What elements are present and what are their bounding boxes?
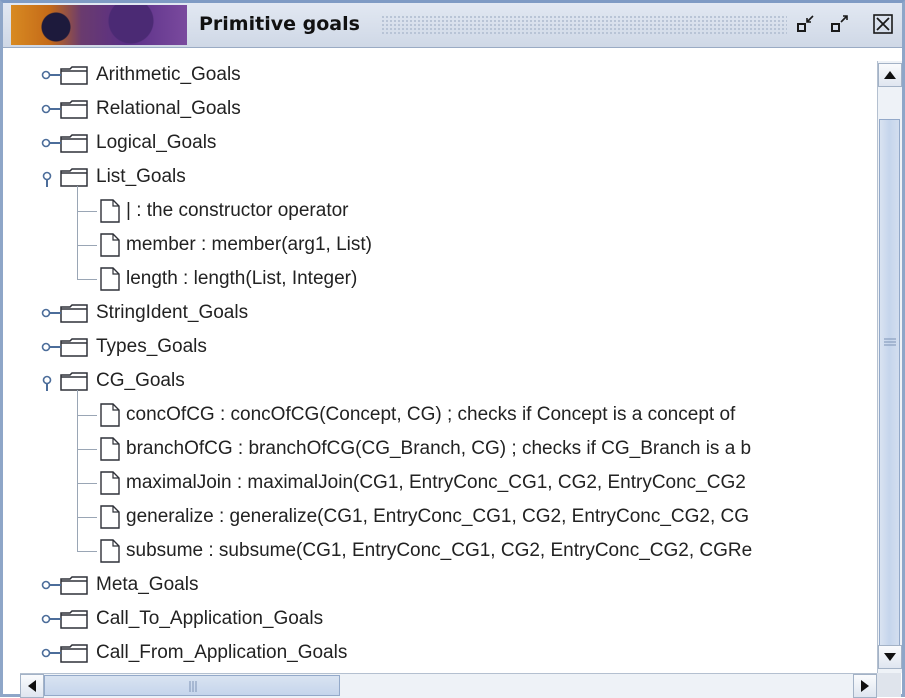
- document-icon: [100, 505, 120, 529]
- arrow-down-icon: [884, 653, 896, 661]
- expand-handle-icon[interactable]: [41, 577, 65, 599]
- minimize-button[interactable]: [793, 11, 819, 37]
- tree-folder-row[interactable]: Arithmetic_Goals: [41, 61, 241, 92]
- tree-goal-row[interactable]: concOfCG : concOfCG(Concept, CG) ; check…: [100, 398, 735, 432]
- tree-goal-label: generalize : generalize(CG1, EntryConc_C…: [126, 506, 750, 527]
- scroll-down-button[interactable]: [878, 645, 902, 669]
- scroll-left-button[interactable]: [20, 674, 44, 698]
- tree-connector-line: [77, 551, 97, 552]
- tree-goal-label: concOfCG : concOfCG(Concept, CG) ; check…: [126, 404, 736, 425]
- tree-folder-label: Types_Goals: [96, 336, 207, 357]
- document-icon: [100, 471, 120, 495]
- tree-goal-label: | : the constructor operator: [126, 200, 349, 221]
- close-button[interactable]: [870, 11, 896, 37]
- grip-icon: [189, 681, 197, 692]
- minimize-icon: [797, 15, 814, 32]
- app-logo: [11, 5, 187, 45]
- tree-goal-row[interactable]: member : member(arg1, List): [100, 228, 372, 262]
- maximize-icon: [831, 15, 848, 32]
- document-icon: [100, 199, 120, 223]
- tree-folder-row[interactable]: Logical_Goals: [41, 126, 217, 160]
- tree-folder-label: Arithmetic_Goals: [96, 64, 241, 85]
- collapse-handle-icon[interactable]: [41, 167, 57, 197]
- tree-goal-row[interactable]: branchOfCG : branchOfCG(CG_Branch, CG) ;…: [100, 432, 751, 466]
- expand-handle-icon[interactable]: [41, 305, 65, 327]
- arrow-right-icon: [861, 680, 869, 692]
- close-icon: [873, 14, 893, 34]
- expand-handle-icon[interactable]: [41, 101, 65, 123]
- tree-connector-line: [77, 186, 78, 279]
- tree-goal-label: length : length(List, Integer): [126, 268, 358, 289]
- title-bar-grip: [381, 15, 787, 35]
- tree-folder-row[interactable]: Types_Goals: [41, 330, 207, 364]
- folder-icon: [60, 167, 90, 187]
- tree-connector-line: [77, 279, 97, 280]
- horizontal-scrollbar[interactable]: [20, 673, 877, 698]
- tree-folder-row[interactable]: Relational_Goals: [41, 92, 241, 126]
- expand-handle-icon[interactable]: [41, 67, 65, 89]
- tree-folder-row[interactable]: Meta_Goals: [41, 568, 199, 602]
- tree-connector-line: [77, 483, 97, 484]
- vertical-scroll-thumb[interactable]: [879, 119, 900, 662]
- tree-goal-row[interactable]: length : length(List, Integer): [100, 262, 357, 296]
- expand-handle-icon[interactable]: [41, 645, 65, 667]
- document-icon: [100, 437, 120, 461]
- tree-folder-label: Meta_Goals: [96, 574, 199, 595]
- primitive-goals-window: Primitive goals Arithmetic_Goals Relation…: [0, 0, 905, 698]
- tree-goal-label: member : member(arg1, List): [126, 234, 373, 255]
- document-icon: [100, 539, 120, 563]
- expand-handle-icon[interactable]: [41, 611, 65, 633]
- window-title: Primitive goals: [199, 13, 360, 35]
- tree-folder-label: CG_Goals: [96, 370, 185, 391]
- tree-goal-label: branchOfCG : branchOfCG(CG_Branch, CG) ;…: [126, 438, 752, 459]
- tree-folder-row[interactable]: StringIdent_Goals: [41, 296, 249, 330]
- document-icon: [100, 233, 120, 257]
- tree-folder-label: Call_From_Application_Goals: [96, 642, 348, 663]
- tree-folder-label: StringIdent_Goals: [96, 302, 249, 323]
- title-bar[interactable]: Primitive goals: [3, 3, 902, 48]
- tree-connector-line: [77, 517, 97, 518]
- document-icon: [100, 267, 120, 291]
- arrow-left-icon: [28, 680, 36, 692]
- expand-handle-icon[interactable]: [41, 135, 65, 157]
- tree-goal-row[interactable]: | : the constructor operator: [100, 194, 349, 228]
- tree-folder-label: Call_To_Application_Goals: [96, 608, 324, 629]
- vertical-scrollbar[interactable]: [877, 61, 902, 673]
- tree-connector-line: [77, 390, 78, 551]
- tree-connector-line: [77, 415, 97, 416]
- folder-icon: [60, 371, 90, 391]
- tree-folder-row[interactable]: Call_To_Application_Goals: [41, 602, 324, 636]
- tree-folder-row[interactable]: CG_Goals: [42, 364, 185, 398]
- tree-goal-row[interactable]: generalize : generalize(CG1, EntryConc_C…: [100, 500, 749, 534]
- collapse-handle-icon[interactable]: [41, 371, 57, 401]
- tree-connector-line: [77, 211, 97, 212]
- scroll-up-button[interactable]: [878, 63, 902, 87]
- tree-goal-row[interactable]: maximalJoin : maximalJoin(CG1, EntryConc…: [100, 466, 746, 500]
- arrow-up-icon: [884, 71, 896, 79]
- tree-folder-label: Logical_Goals: [96, 132, 217, 153]
- scrollbar-corner: [877, 673, 901, 697]
- tree-folder-row[interactable]: Call_From_Application_Goals: [41, 636, 348, 670]
- expand-handle-icon[interactable]: [41, 339, 65, 361]
- horizontal-scroll-thumb[interactable]: [44, 675, 340, 696]
- document-icon: [100, 403, 120, 427]
- grip-icon: [884, 338, 896, 346]
- tree-connector-line: [77, 449, 97, 450]
- tree-goal-label: subsume : subsume(CG1, EntryConc_CG1, CG…: [126, 540, 753, 561]
- maximize-button[interactable]: [827, 11, 853, 37]
- tree-goal-row[interactable]: subsume : subsume(CG1, EntryConc_CG1, CG…: [100, 534, 752, 568]
- tree-folder-label: List_Goals: [96, 166, 186, 187]
- tree-folder-row[interactable]: List_Goals: [42, 160, 186, 194]
- goals-tree[interactable]: Arithmetic_Goals Relational_Goals Logical_…: [20, 61, 876, 673]
- scroll-right-button[interactable]: [853, 674, 877, 698]
- tree-connector-line: [77, 245, 97, 246]
- tree-folder-label: Relational_Goals: [96, 98, 241, 119]
- tree-goal-label: maximalJoin : maximalJoin(CG1, EntryConc…: [126, 472, 746, 493]
